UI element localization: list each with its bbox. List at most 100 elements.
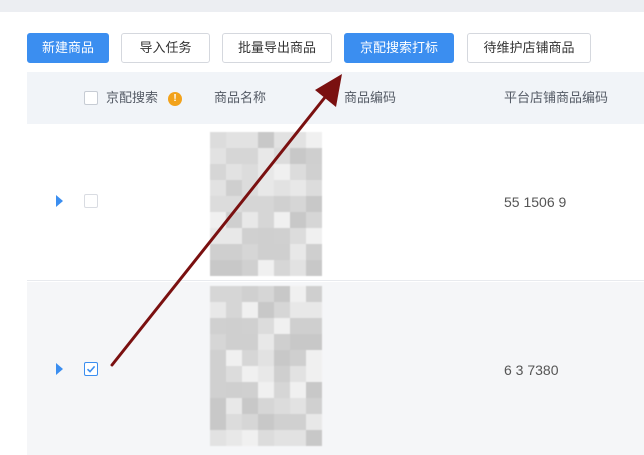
redaction-cell	[226, 212, 242, 228]
expand-icon[interactable]	[56, 363, 63, 375]
redaction-cell	[306, 212, 322, 228]
jd-search-tag-button[interactable]: 京配搜索打标	[344, 33, 454, 63]
redaction-cell	[226, 350, 242, 366]
select-all-checkbox[interactable]	[84, 91, 98, 105]
check-icon	[86, 365, 96, 373]
redaction-cell	[274, 286, 290, 302]
redaction-cell	[258, 350, 274, 366]
redaction-cell	[242, 228, 258, 244]
product-name-redacted	[210, 286, 330, 451]
redaction-cell	[258, 180, 274, 196]
redaction-cell	[274, 366, 290, 382]
redaction-cell	[226, 366, 242, 382]
redaction-cell	[226, 244, 242, 260]
product-name-redacted	[210, 132, 330, 276]
redaction-cell	[210, 334, 226, 350]
redaction-cell	[242, 286, 258, 302]
redaction-cell	[226, 334, 242, 350]
redaction-cell	[274, 196, 290, 212]
redaction-cell	[210, 286, 226, 302]
expand-icon[interactable]	[56, 195, 63, 207]
redaction-cell	[290, 334, 306, 350]
redaction-cell	[226, 132, 242, 148]
redaction-cell	[306, 414, 322, 430]
redaction-cell	[290, 350, 306, 366]
redaction-cell	[290, 244, 306, 260]
redaction-cell	[290, 180, 306, 196]
redaction-cell	[290, 260, 306, 276]
redaction-cell	[210, 228, 226, 244]
redaction-cell	[274, 350, 290, 366]
redaction-cell	[258, 132, 274, 148]
redaction-cell	[274, 148, 290, 164]
redaction-cell	[242, 334, 258, 350]
redaction-cell	[226, 260, 242, 276]
redaction-cell	[258, 334, 274, 350]
redaction-cell	[290, 132, 306, 148]
table-row[interactable]: 6 3 7380	[27, 282, 644, 455]
redaction-cell	[210, 148, 226, 164]
redaction-cell	[226, 318, 242, 334]
pending-store-products-button[interactable]: 待维护店铺商品	[467, 33, 591, 63]
redaction-cell	[242, 260, 258, 276]
redaction-cell	[242, 382, 258, 398]
redaction-cell	[226, 414, 242, 430]
redaction-cell	[226, 228, 242, 244]
table-row[interactable]: 55 1506 9	[27, 124, 644, 281]
redaction-cell	[258, 148, 274, 164]
row-checkbox[interactable]	[84, 194, 98, 208]
redaction-cell	[258, 366, 274, 382]
redaction-cell	[258, 398, 274, 414]
redaction-cell	[210, 430, 226, 446]
redaction-cell	[258, 318, 274, 334]
redaction-cell	[258, 430, 274, 446]
top-strip	[0, 0, 644, 12]
redaction-cell	[274, 382, 290, 398]
redaction-cell	[274, 212, 290, 228]
redaction-cell	[306, 398, 322, 414]
redaction-cell	[274, 398, 290, 414]
redaction-cell	[306, 318, 322, 334]
redaction-cell	[306, 148, 322, 164]
redaction-cell	[242, 180, 258, 196]
redaction-cell	[274, 244, 290, 260]
redaction-cell	[290, 228, 306, 244]
redaction-cell	[274, 334, 290, 350]
new-product-button[interactable]: 新建商品	[27, 33, 109, 63]
redaction-cell	[258, 196, 274, 212]
bulk-export-button[interactable]: 批量导出商品	[222, 33, 332, 63]
redaction-cell	[290, 148, 306, 164]
redaction-cell	[258, 414, 274, 430]
redaction-cell	[226, 148, 242, 164]
redaction-cell	[306, 196, 322, 212]
redaction-cell	[210, 132, 226, 148]
redaction-cell	[226, 196, 242, 212]
redaction-cell	[290, 414, 306, 430]
redaction-cell	[242, 398, 258, 414]
redaction-cell	[306, 180, 322, 196]
row-checkbox-checked[interactable]	[84, 362, 98, 376]
redaction-cell	[258, 260, 274, 276]
redaction-cell	[290, 366, 306, 382]
import-task-button[interactable]: 导入任务	[121, 33, 210, 63]
redaction-cell	[242, 148, 258, 164]
redaction-cell	[306, 430, 322, 446]
redaction-cell	[210, 318, 226, 334]
redaction-cell	[226, 398, 242, 414]
redaction-cell	[290, 398, 306, 414]
redaction-cell	[242, 430, 258, 446]
redaction-cell	[290, 318, 306, 334]
redaction-cell	[242, 414, 258, 430]
column-header-product-code: 商品编码	[344, 90, 397, 105]
redaction-cell	[290, 196, 306, 212]
redaction-cell	[242, 244, 258, 260]
column-header-product-name: 商品名称	[214, 90, 267, 105]
redaction-cell	[306, 350, 322, 366]
info-icon[interactable]: !	[168, 92, 182, 106]
redaction-cell	[242, 366, 258, 382]
redaction-cell	[306, 164, 322, 180]
redaction-cell	[258, 286, 274, 302]
redaction-cell	[226, 286, 242, 302]
redaction-cell	[210, 260, 226, 276]
redaction-cell	[242, 132, 258, 148]
